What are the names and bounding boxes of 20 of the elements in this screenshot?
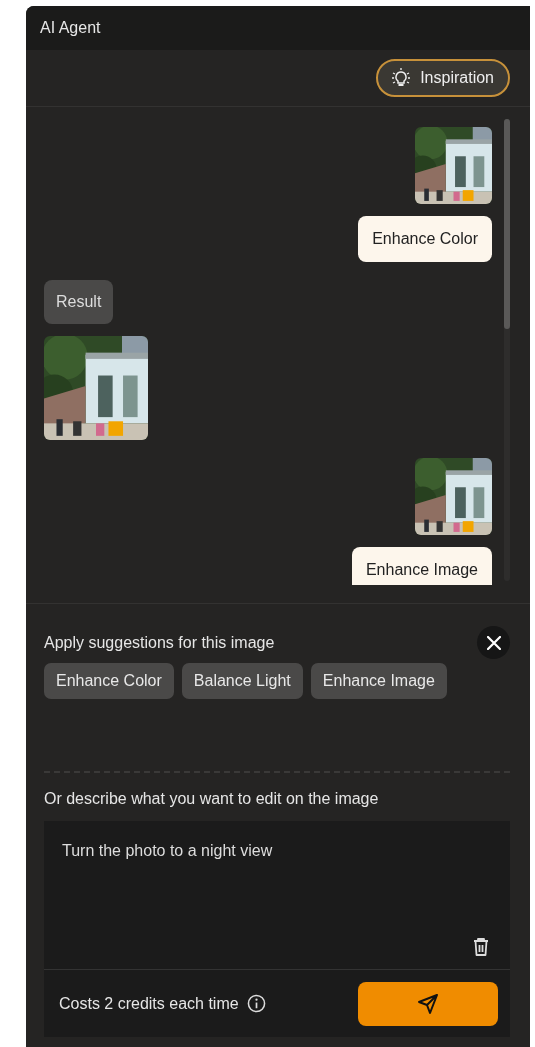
cost-text: Costs 2 credits each time <box>59 993 239 1014</box>
send-button[interactable] <box>358 981 498 1026</box>
user-message: Enhance Color <box>358 216 492 262</box>
close-button[interactable] <box>477 626 510 659</box>
user-message: Enhance Image <box>351 547 492 585</box>
inspiration-button[interactable]: Inspiration <box>376 59 510 97</box>
agent-message: Result <box>44 280 114 324</box>
close-icon <box>486 635 501 650</box>
panel-title: AI Agent <box>40 18 101 38</box>
scrollbar[interactable] <box>504 119 510 581</box>
trash-icon[interactable] <box>472 937 490 957</box>
info-icon[interactable] <box>246 994 266 1013</box>
suggestions-title: Apply suggestions for this image <box>44 632 275 653</box>
send-icon <box>417 992 439 1015</box>
suggestion-chip[interactable]: Enhance Image <box>310 663 447 699</box>
lightbulb-icon <box>390 68 413 88</box>
suggestion-chip[interactable]: Enhance Color <box>44 663 174 699</box>
suggestion-chip[interactable]: Balance Light <box>181 663 303 699</box>
prompt-input[interactable]: Turn the photo to a night view <box>44 821 510 969</box>
prompt-label: Or describe what you want to edit on the image <box>44 789 380 809</box>
